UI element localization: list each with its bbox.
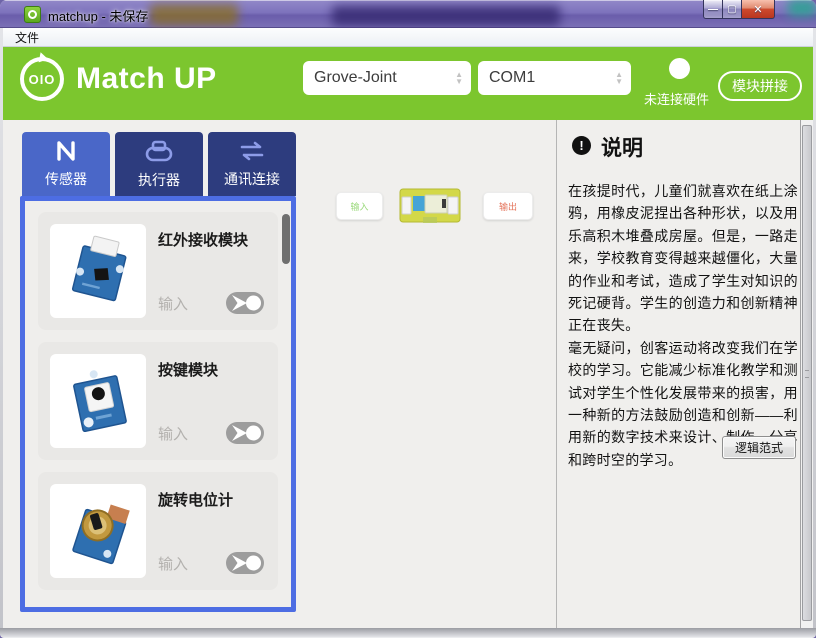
select-spinner-icon[interactable]: ▲ ▼ bbox=[615, 71, 623, 85]
tab-actuators[interactable]: 执行器 bbox=[115, 132, 203, 196]
title-bar: matchup - 未保存 — ▢ ✕ bbox=[0, 0, 816, 28]
module-name: 旋转电位计 bbox=[158, 489, 264, 510]
connection-status-icon bbox=[669, 58, 690, 79]
board-select-value: Grove-Joint bbox=[314, 69, 397, 87]
input-chip[interactable]: 输入 bbox=[336, 192, 383, 220]
logo-text: Match UP bbox=[76, 62, 217, 96]
close-button[interactable]: ✕ bbox=[741, 0, 775, 19]
module-card-button[interactable]: 按键模块 输入 bbox=[38, 342, 278, 460]
maximize-button[interactable]: ▢ bbox=[722, 0, 741, 19]
module-photo-button bbox=[50, 354, 146, 448]
app-header: OIO Match UP Grove-Joint ▲ ▼ COM1 ▲ ▼ 未连… bbox=[3, 47, 813, 120]
n-sensor-icon bbox=[55, 140, 77, 162]
info-panel-body: 在孩提时代，儿童们就喜欢在纸上涂鸦，用橡皮泥捏出各种形状，以及用乐高积木堆叠成房… bbox=[568, 180, 798, 471]
tab-sensors[interactable]: 传感器 bbox=[22, 132, 110, 196]
output-chip[interactable]: 输出 bbox=[483, 192, 533, 220]
plug-toggle-icon bbox=[226, 291, 264, 315]
menu-file[interactable]: 文件 bbox=[7, 29, 47, 46]
plug-toggle-icon bbox=[226, 551, 264, 575]
comm-arrows-icon bbox=[238, 140, 266, 162]
module-photo-ir-receiver bbox=[50, 224, 146, 318]
tab-communication[interactable]: 通讯连接 bbox=[208, 132, 296, 196]
tab-label: 执行器 bbox=[138, 170, 180, 190]
module-io-label: 输入 bbox=[158, 553, 188, 574]
module-list: 红外接收模块 输入 bbox=[20, 196, 296, 612]
plug-toggle-icon bbox=[226, 421, 264, 445]
logic-paradigm-button[interactable]: 逻辑范式 bbox=[722, 436, 796, 459]
actuator-icon bbox=[144, 139, 174, 163]
info-panel-title: 说明 bbox=[601, 132, 643, 162]
board-select[interactable]: Grove-Joint ▲ ▼ bbox=[303, 61, 471, 95]
window-title: matchup - 未保存 bbox=[48, 6, 148, 25]
app-window: matchup - 未保存 — ▢ ✕ 文件 OIO Match UP Grov… bbox=[0, 0, 816, 638]
minimize-button[interactable]: — bbox=[703, 0, 722, 19]
module-name: 红外接收模块 bbox=[158, 229, 264, 250]
desktop-glow bbox=[332, 6, 560, 26]
info-icon: ! bbox=[572, 136, 591, 155]
chevron-down-icon[interactable]: ▼ bbox=[455, 78, 463, 85]
menu-bar: 文件 bbox=[3, 28, 813, 47]
app-icon bbox=[24, 6, 41, 23]
board-thumbnail[interactable] bbox=[399, 186, 461, 225]
right-scrollbar-thumb[interactable] bbox=[802, 125, 812, 621]
tab-label: 传感器 bbox=[45, 169, 87, 189]
port-select[interactable]: COM1 ▲ ▼ bbox=[478, 61, 631, 95]
list-scrollbar-thumb[interactable] bbox=[282, 214, 290, 264]
desktop-glow bbox=[788, 0, 816, 16]
window-controls: — ▢ ✕ bbox=[703, 0, 775, 19]
matchup-logo: OIO Match UP bbox=[20, 57, 217, 101]
window-frame bbox=[0, 628, 816, 638]
main-area: 传感器 执行器 通讯连接 bbox=[3, 120, 813, 628]
connection-status-label: 未连接硬件 bbox=[644, 89, 720, 108]
select-spinner-icon[interactable]: ▲ ▼ bbox=[455, 71, 463, 85]
panel-divider bbox=[556, 120, 557, 628]
module-name: 按键模块 bbox=[158, 359, 264, 380]
port-select-value: COM1 bbox=[489, 69, 535, 87]
chevron-down-icon[interactable]: ▼ bbox=[615, 78, 623, 85]
tab-label: 通讯连接 bbox=[224, 169, 280, 189]
module-photo-potentiometer bbox=[50, 484, 146, 578]
module-card-potentiometer[interactable]: 旋转电位计 输入 bbox=[38, 472, 278, 590]
right-scrollbar[interactable] bbox=[800, 120, 813, 628]
logo-drop-icon: OIO bbox=[20, 57, 64, 101]
desktop-glow bbox=[150, 4, 238, 26]
module-card-ir-receiver[interactable]: 红外接收模块 输入 bbox=[38, 212, 278, 330]
assemble-button[interactable]: 模块拼接 bbox=[718, 71, 802, 101]
module-io-label: 输入 bbox=[158, 423, 188, 444]
logo-badge-text: OIO bbox=[29, 72, 56, 87]
module-io-label: 输入 bbox=[158, 293, 188, 314]
info-paragraph: 在孩提时代，儿童们就喜欢在纸上涂鸦，用橡皮泥捏出各种形状，以及用乐高积木堆叠成房… bbox=[568, 180, 798, 337]
